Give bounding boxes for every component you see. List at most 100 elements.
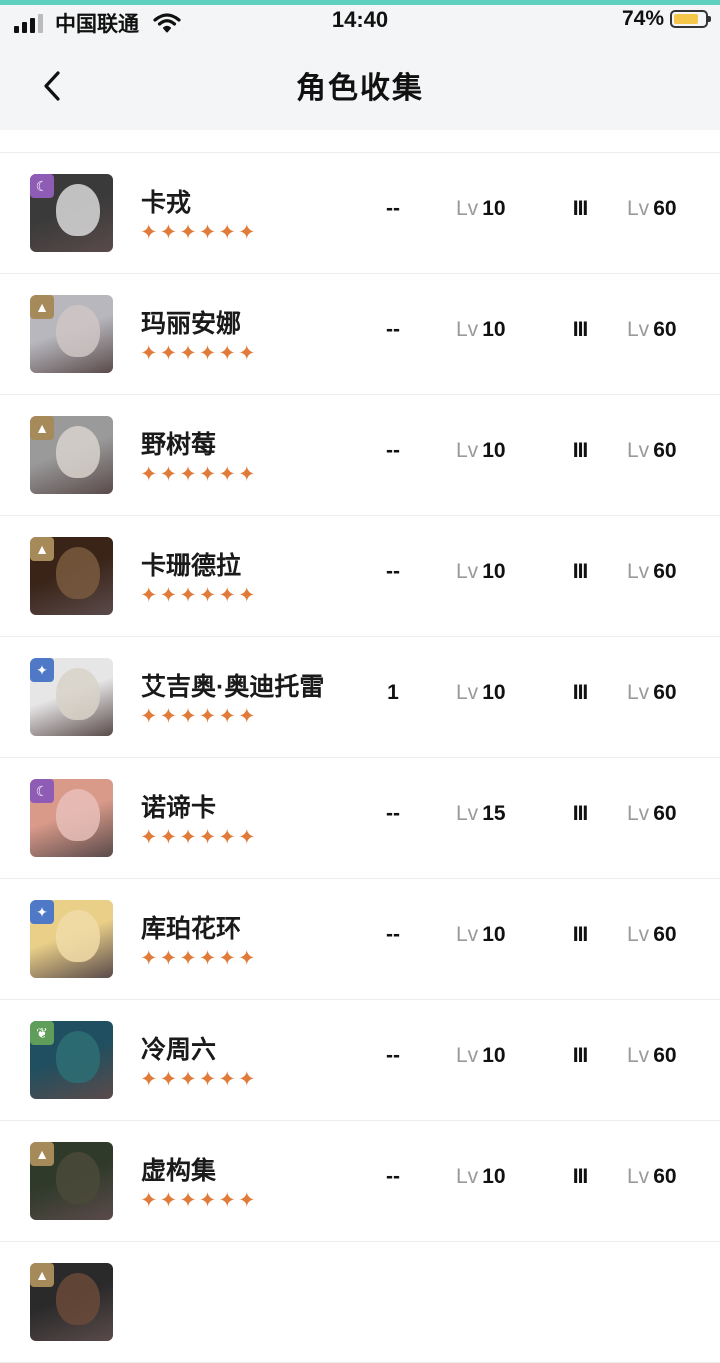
rarity-stars: ✦✦✦✦✦✦	[140, 706, 258, 728]
character-max-level: Lv 60	[627, 681, 677, 705]
character-row[interactable]: ▲ 卡珊德拉 ✦✦✦✦✦✦ -- Lv 10 III Lv 60	[0, 516, 720, 637]
character-portrait: ▲	[30, 416, 113, 494]
max-level-number: 60	[653, 197, 677, 220]
character-level: Lv 10	[456, 439, 506, 463]
max-level-prefix: Lv	[627, 923, 650, 946]
character-row[interactable]: ✦ 艾吉奥·奥迪托雷 ✦✦✦✦✦✦ 1 Lv 10 III Lv 60	[0, 637, 720, 758]
rarity-stars: ✦✦✦✦✦✦	[140, 1069, 258, 1091]
level-prefix: Lv	[456, 1044, 479, 1067]
character-row[interactable]: ▲ 玛丽安娜 ✦✦✦✦✦✦ -- Lv 10 III Lv 60	[0, 274, 720, 395]
character-tier: III	[572, 560, 589, 583]
rarity-stars-text: ✦✦✦✦✦✦	[140, 342, 258, 365]
character-portrait: ▲	[30, 1142, 113, 1220]
mountain-icon: ▲	[30, 1263, 54, 1287]
max-level-prefix: Lv	[627, 681, 650, 704]
character-tier: III	[572, 681, 589, 704]
character-level: Lv 10	[456, 1165, 506, 1189]
character-max-level: Lv 60	[627, 560, 677, 584]
character-row[interactable]: ☾ 卡戎 ✦✦✦✦✦✦ -- Lv 10 III Lv 60	[0, 153, 720, 274]
character-name: 玛丽安娜	[141, 310, 242, 338]
character-value: --	[386, 439, 400, 462]
rarity-stars-text: ✦✦✦✦✦✦	[140, 584, 258, 607]
character-portrait: ▲	[30, 295, 113, 373]
character-tier: III	[572, 802, 589, 825]
character-row[interactable]: ▲ 虚构集 ✦✦✦✦✦✦ -- Lv 10 III Lv 60	[0, 1121, 720, 1242]
character-row[interactable]: ▲ Lv Lv	[0, 1242, 720, 1363]
max-level-number: 60	[653, 1044, 677, 1067]
max-level-prefix: Lv	[627, 318, 650, 341]
progress-line	[0, 0, 720, 5]
character-tier: III	[572, 197, 589, 220]
character-value: 1	[387, 681, 399, 704]
clock: 14:40	[331, 7, 389, 32]
level-number: 15	[482, 802, 506, 825]
mountain-icon: ▲	[30, 416, 54, 440]
character-row[interactable]: ▲ 野树莓 ✦✦✦✦✦✦ -- Lv 10 III Lv 60	[0, 395, 720, 516]
character-tier: III	[572, 1165, 589, 1188]
max-level-prefix: Lv	[627, 197, 650, 220]
star-icon: ✦	[30, 658, 54, 682]
navigation-bar: 角色收集	[0, 40, 720, 130]
character-list: ☾ 卡戎 ✦✦✦✦✦✦ -- Lv 10 III Lv 60 ▲ 玛丽安娜 ✦✦✦✦…	[0, 152, 720, 1363]
character-max-level: Lv 60	[627, 318, 677, 342]
max-level-number: 60	[653, 681, 677, 704]
level-prefix: Lv	[456, 439, 479, 462]
max-level-prefix: Lv	[627, 439, 650, 462]
rarity-stars: ✦✦✦✦✦✦	[140, 1190, 258, 1212]
level-number: 10	[482, 439, 506, 462]
max-level-number: 60	[653, 439, 677, 462]
character-value: --	[386, 318, 400, 341]
level-prefix: Lv	[456, 560, 479, 583]
character-tier: III	[572, 318, 589, 341]
character-name: 虚构集	[141, 1157, 217, 1185]
character-portrait: ▲	[30, 1263, 113, 1341]
level-prefix: Lv	[456, 197, 479, 220]
character-name: 冷周六	[141, 1036, 217, 1064]
character-max-level: Lv 60	[627, 802, 677, 826]
character-level: Lv 15	[456, 802, 506, 826]
level-number: 10	[482, 681, 506, 704]
battery-percentage: 74%	[621, 7, 664, 30]
level-number: 10	[482, 197, 506, 220]
character-max-level: Lv 60	[627, 197, 677, 221]
character-tier: III	[572, 923, 589, 946]
character-row[interactable]: ❦ 冷周六 ✦✦✦✦✦✦ -- Lv 10 III Lv 60	[0, 1000, 720, 1121]
character-name: 卡珊德拉	[141, 552, 242, 580]
character-level: Lv 10	[456, 560, 506, 584]
character-value: --	[386, 923, 400, 946]
character-level: Lv 10	[456, 197, 506, 221]
moon-icon: ☾	[30, 174, 54, 198]
max-level-number: 60	[653, 923, 677, 946]
rarity-stars-text: ✦✦✦✦✦✦	[140, 947, 258, 970]
status-bar: 中国联通 14:40 74%	[0, 0, 720, 40]
character-value: --	[386, 1165, 400, 1188]
level-number: 10	[482, 1044, 506, 1067]
character-name: 艾吉奥·奥迪托雷	[141, 673, 325, 701]
rarity-stars-text: ✦✦✦✦✦✦	[140, 705, 258, 728]
rarity-stars-text: ✦✦✦✦✦✦	[140, 221, 258, 244]
back-button[interactable]	[32, 66, 72, 106]
rarity-stars-text: ✦✦✦✦✦✦	[140, 826, 258, 849]
character-row[interactable]: ✦ 库珀花环 ✦✦✦✦✦✦ -- Lv 10 III Lv 60	[0, 879, 720, 1000]
battery-icon	[670, 10, 711, 28]
leaf-icon: ❦	[30, 1021, 54, 1045]
chevron-left-icon	[44, 71, 60, 101]
character-row[interactable]: ☾ 诺谛卡 ✦✦✦✦✦✦ -- Lv 15 III Lv 60	[0, 758, 720, 879]
level-number: 10	[482, 560, 506, 583]
rarity-stars: ✦✦✦✦✦✦	[140, 827, 258, 849]
level-number: 10	[482, 318, 506, 341]
character-name: 库珀花环	[141, 915, 242, 943]
rarity-stars-text: ✦✦✦✦✦✦	[140, 1068, 258, 1091]
character-tier: III	[572, 1044, 589, 1067]
character-portrait: ✦	[30, 900, 113, 978]
character-value: --	[386, 1044, 400, 1067]
mountain-icon: ▲	[30, 537, 54, 561]
character-level: Lv 10	[456, 318, 506, 342]
mountain-icon: ▲	[30, 1142, 54, 1166]
character-value: --	[386, 802, 400, 825]
max-level-prefix: Lv	[627, 1044, 650, 1067]
character-portrait: ✦	[30, 658, 113, 736]
rarity-stars: ✦✦✦✦✦✦	[140, 948, 258, 970]
mountain-icon: ▲	[30, 295, 54, 319]
character-tier: III	[572, 439, 589, 462]
